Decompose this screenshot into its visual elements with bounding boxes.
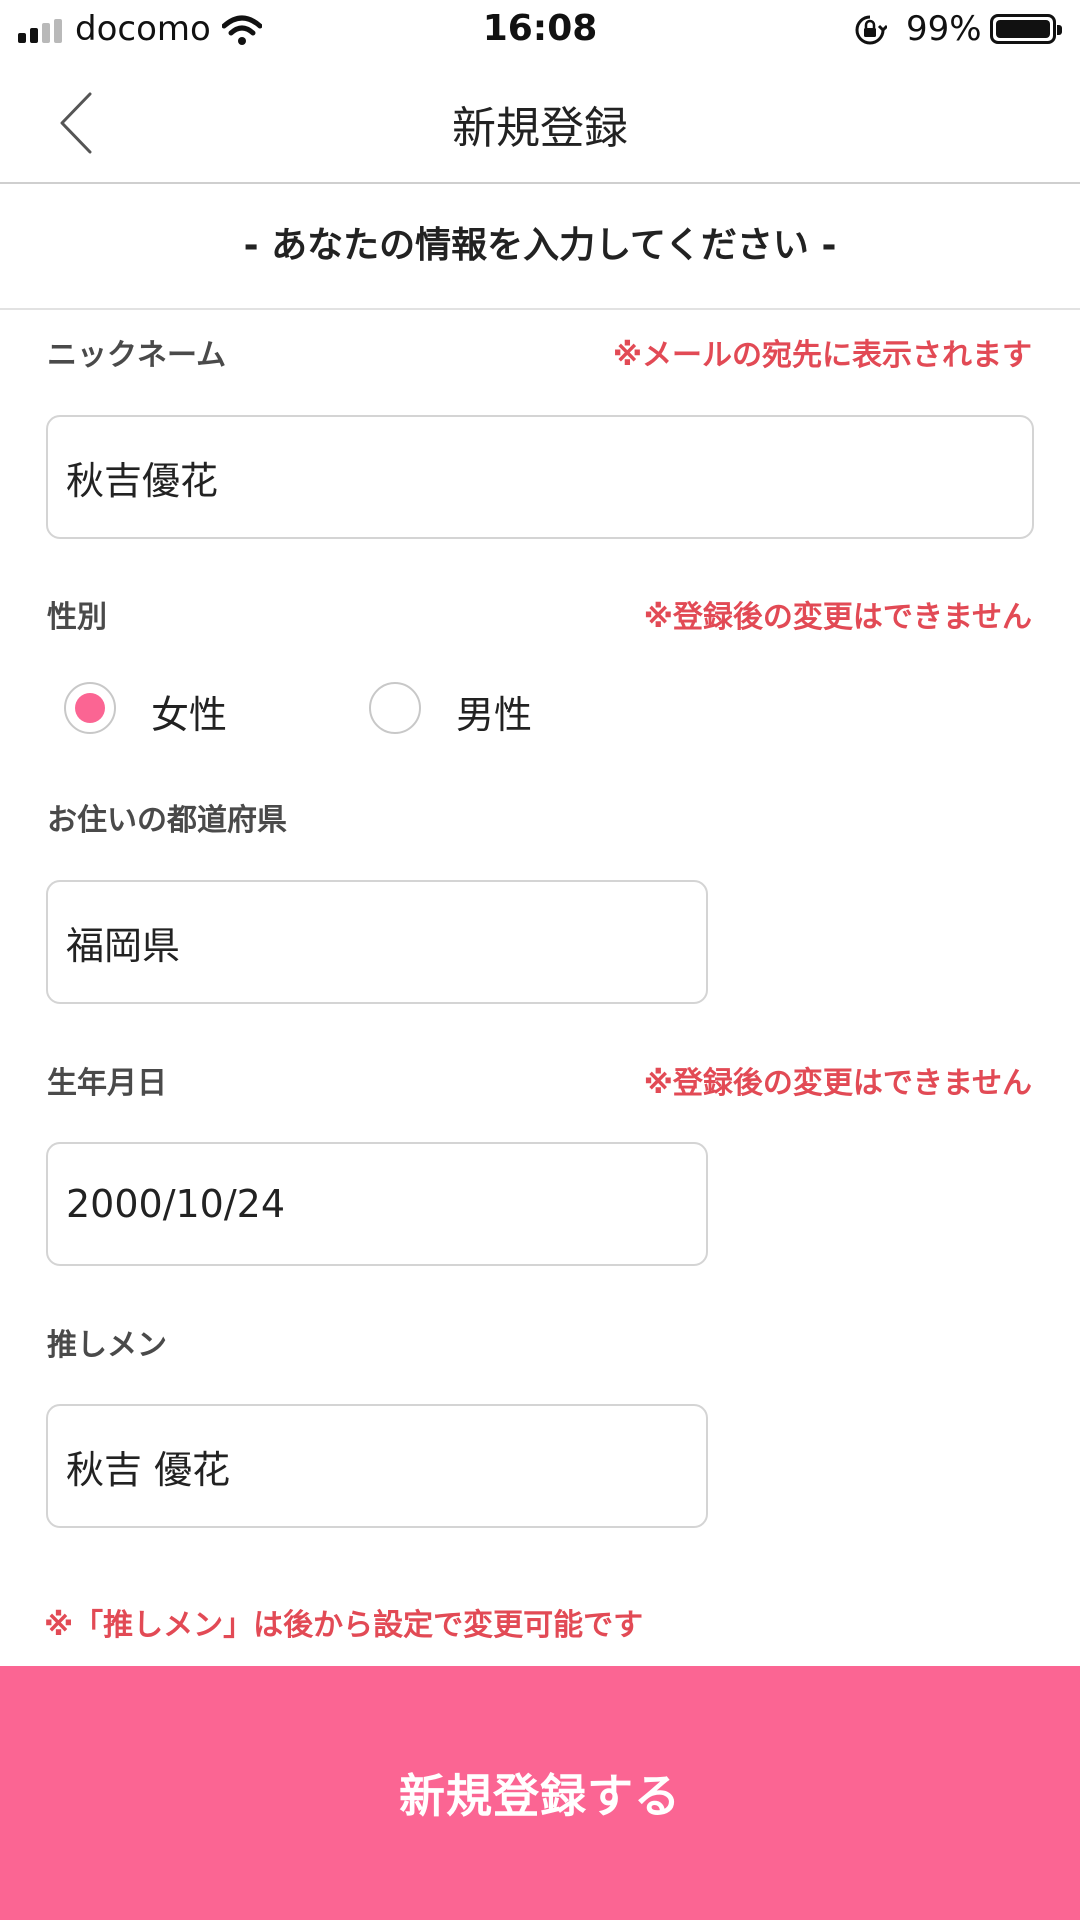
register-button[interactable]: 新規登録する — [0, 1666, 1080, 1920]
gender-note: ※登録後の変更はできません — [643, 600, 1032, 635]
page-title: 新規登録 — [452, 103, 628, 154]
gender-radio-female[interactable] — [64, 682, 116, 734]
instruction-banner: - あなたの情報を入力してください - — [0, 184, 1080, 310]
prefecture-label: お住いの都道府県 — [47, 803, 287, 838]
favorite-member-input[interactable] — [46, 1404, 708, 1528]
gender-male-label[interactable]: 男性 — [456, 684, 532, 739]
navigation-bar: 新規登録 — [0, 60, 1080, 184]
nickname-note: ※メールの宛先に表示されます — [612, 338, 1032, 373]
gender-radio-group: 女性 男性 — [0, 682, 1080, 740]
birthday-label: 生年月日 — [47, 1066, 167, 1101]
battery-percentage: 99% — [906, 9, 982, 49]
rotation-lock-icon — [855, 15, 887, 45]
nickname-label: ニックネーム — [47, 338, 227, 373]
birthday-note: ※登録後の変更はできません — [643, 1066, 1032, 1101]
gender-label: 性別 — [47, 600, 107, 635]
gender-radio-male[interactable] — [369, 682, 421, 734]
prefecture-select[interactable] — [46, 880, 708, 1004]
favorite-member-label: 推しメン — [47, 1328, 167, 1363]
favorite-member-note: ※「推しメン」は後から設定で変更可能です — [44, 1608, 644, 1643]
nickname-input[interactable] — [46, 415, 1034, 539]
gender-female-label[interactable]: 女性 — [151, 684, 227, 739]
battery-icon — [990, 14, 1062, 44]
radio-selected-dot — [75, 693, 105, 723]
status-bar: docomo 16:08 99% — [0, 0, 1080, 60]
birthday-input[interactable] — [46, 1142, 708, 1266]
